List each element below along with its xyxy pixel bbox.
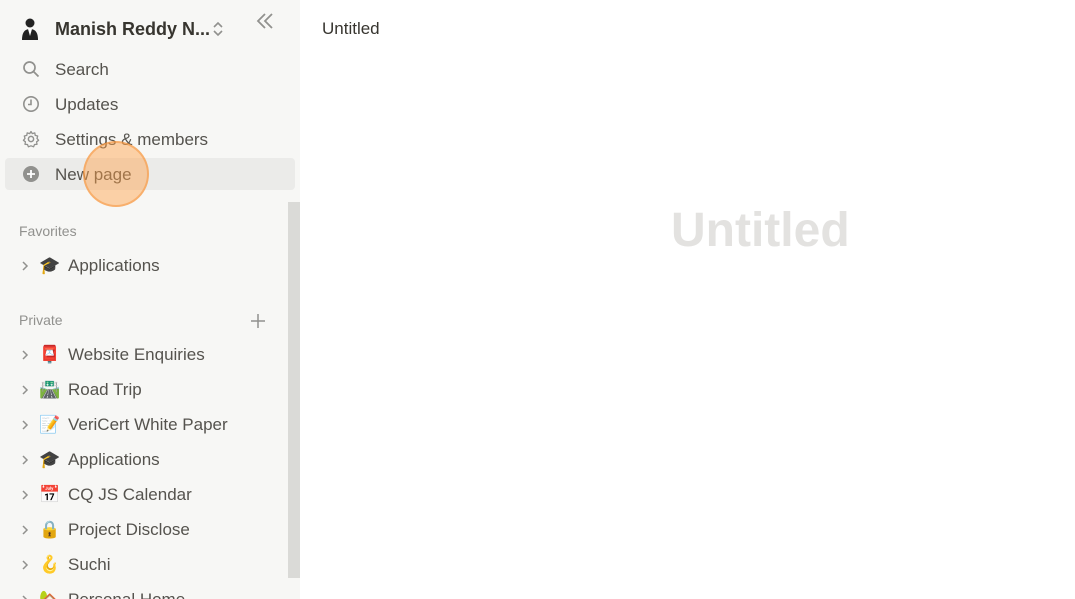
nav-label-search: Search	[55, 60, 109, 79]
chevron-right-icon[interactable]	[19, 419, 31, 431]
page-row-road-trip[interactable]: 🛣️ Road Trip	[0, 374, 290, 406]
chevron-right-icon[interactable]	[19, 349, 31, 361]
workspace-name: Manish Reddy N...	[55, 19, 211, 39]
chevron-right-icon[interactable]	[19, 454, 31, 466]
page-label: Applications	[68, 256, 160, 275]
page-title-placeholder[interactable]: Untitled	[671, 203, 850, 258]
chevron-right-icon[interactable]	[19, 594, 31, 599]
page-row-personal-home[interactable]: 🏡 Personal Home	[0, 584, 290, 599]
page-label: Road Trip	[68, 380, 142, 399]
sidebar: Manish Reddy N... Search Updates Setting…	[0, 0, 300, 599]
settings-members-button[interactable]: Settings & members	[5, 123, 295, 155]
page-row-applications[interactable]: 🎓 Applications	[0, 444, 290, 476]
updates-button[interactable]: Updates	[5, 88, 295, 120]
plus-circle-icon	[23, 166, 39, 182]
page-emoji: 🏡	[39, 590, 60, 599]
nav-label-settings: Settings & members	[55, 130, 209, 149]
page-row-vericert-white-paper[interactable]: 📝 VeriCert White Paper	[0, 409, 290, 441]
chevron-right-icon[interactable]	[19, 559, 31, 571]
search-icon	[23, 61, 40, 78]
page-label: Suchi	[68, 555, 111, 574]
collapse-sidebar-icon[interactable]	[254, 11, 276, 31]
user-avatar-icon	[22, 18, 38, 40]
page-label: Personal Home	[68, 590, 185, 599]
chevron-right-icon[interactable]	[19, 524, 31, 536]
nav-label-updates: Updates	[55, 95, 119, 114]
page-emoji: 🛣️	[39, 380, 61, 399]
page-emoji: 🔒	[39, 520, 61, 539]
page-row-suchi[interactable]: 🪝 Suchi	[0, 549, 290, 581]
page-emoji: 📮	[39, 345, 61, 364]
page-row-cq-js-calendar[interactable]: 📅 CQ JS Calendar	[0, 479, 290, 511]
favorite-page-applications[interactable]: 🎓 Applications	[0, 250, 290, 282]
page-emoji: 🎓	[39, 256, 61, 275]
page-emoji: 📅	[39, 485, 61, 504]
notion-app: Manish Reddy N... Search Updates Setting…	[0, 0, 1075, 599]
private-section-label[interactable]: Private	[19, 312, 63, 328]
search-button[interactable]: Search	[5, 53, 295, 85]
page-label: Applications	[68, 450, 160, 469]
sidebar-scrollbar[interactable]	[288, 202, 300, 578]
page-label: VeriCert White Paper	[68, 415, 228, 434]
page-label: Project Disclose	[68, 520, 190, 539]
chevron-right-icon[interactable]	[19, 489, 31, 501]
page-label: CQ JS Calendar	[68, 485, 192, 504]
page-label: Website Enquiries	[68, 345, 205, 364]
favorites-section-label[interactable]: Favorites	[19, 223, 77, 239]
nav-label-new-page: New page	[55, 165, 132, 184]
chevron-up-down-icon[interactable]	[211, 21, 225, 37]
chevron-right-icon[interactable]	[19, 384, 31, 396]
new-page-button[interactable]: New page	[5, 158, 295, 190]
page-row-website-enquiries[interactable]: 📮 Website Enquiries	[0, 339, 290, 371]
page-emoji: 📝	[39, 415, 61, 434]
page-emoji: 🪝	[39, 555, 61, 574]
page-editor: Untitled Untitled	[300, 0, 1075, 599]
clock-icon	[23, 96, 39, 112]
chevron-right-icon[interactable]	[19, 260, 31, 272]
plus-icon[interactable]	[249, 312, 267, 330]
page-row-project-disclose[interactable]: 🔒 Project Disclose	[0, 514, 290, 546]
breadcrumb[interactable]: Untitled	[322, 19, 380, 39]
page-emoji: 🎓	[39, 450, 61, 469]
gear-icon	[22, 130, 40, 148]
